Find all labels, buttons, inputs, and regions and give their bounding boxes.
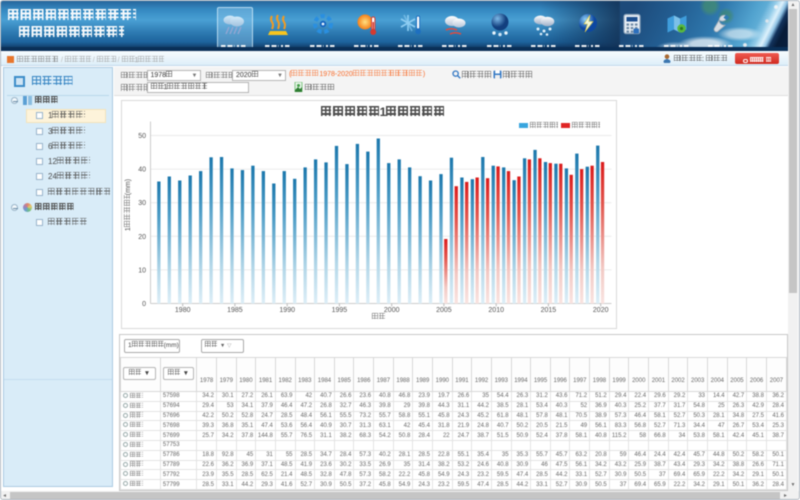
svg-text:30: 30 [138, 200, 146, 207]
svg-text:2005: 2005 [436, 307, 452, 314]
svg-text:1990: 1990 [279, 307, 295, 314]
svg-text:40: 40 [138, 167, 146, 174]
svg-text:2015: 2015 [541, 307, 557, 314]
svg-text:1980: 1980 [175, 307, 191, 314]
svg-text:2000: 2000 [384, 307, 400, 314]
svg-text:0: 0 [142, 301, 146, 308]
svg-text:2010: 2010 [488, 307, 504, 314]
svg-text:1995: 1995 [332, 307, 348, 314]
svg-text:1985: 1985 [227, 307, 243, 314]
svg-text:2020: 2020 [593, 307, 609, 314]
svg-text:50: 50 [138, 133, 146, 140]
svg-text:10: 10 [138, 267, 146, 274]
svg-text:20: 20 [138, 234, 146, 241]
